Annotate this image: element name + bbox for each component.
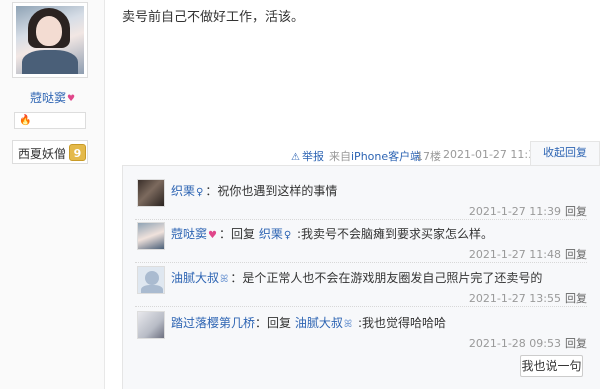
reply-time: 2021-1-27 11:48 [468,248,561,261]
divider [135,219,587,220]
author-badge[interactable]: 🔥 [14,112,86,129]
reply-button[interactable]: 回复 [565,205,587,218]
author-sidebar: 蒄哒窦♥ 🔥 西夏妖僧 9 [0,0,105,389]
author-name-line[interactable]: 蒄哒窦♥ [0,89,105,106]
report-label: 举报 [301,150,324,163]
avatar-image [16,6,84,74]
add-reply-button[interactable]: 我也说一句 [520,355,583,377]
reply-button[interactable]: 回复 [565,292,587,305]
warning-icon: ⚠ [291,152,300,163]
list-item: 蒄哒窦♥ ：回复 织栗♀ :我卖号不会脑瘫到要求买家怎么样。 2021-1-27 … [135,222,591,266]
reply-time: 2021-1-27 11:39 [468,205,561,218]
female-icon: ♀ [283,230,292,241]
source-client-link[interactable]: iPhone客户端 [351,150,421,163]
reply-text: :我卖号不会脑瘫到要求买家怎么样。 [293,227,494,241]
divider [135,306,587,307]
reply-target-user[interactable]: 油腻大叔 [295,316,343,330]
female-icon: ♀ [196,187,204,198]
reply-target-user[interactable]: 织栗 [259,227,283,241]
reply-time: 2021-1-28 09:53 [468,337,561,350]
reply-time-line: 2021-1-27 11:39 回复 [469,203,587,219]
heart-icon: ♥ [208,230,217,241]
reply-text: ：是个正常人也不会在游戏朋友圈发自己照片完了还卖号的 [230,271,543,285]
vip-icon: ꕤ [220,274,229,285]
list-item: 踏过落樱第几桥：回复 油腻大叔ꕤ :我也觉得哈哈哈 2021-1-28 09:5… [135,311,591,355]
reply-time-line: 2021-1-27 11:48 回复 [469,246,587,262]
reply-line: 织栗♀ ：祝你也遇到这样的事情 [171,182,337,199]
divider [135,262,587,263]
reply-word: ：回复 [218,227,259,241]
post-source: 来自iPhone客户端 [329,148,421,164]
reply-line: 踏过落樱第几桥：回复 油腻大叔ꕤ :我也觉得哈哈哈 [171,314,446,331]
reply-avatar[interactable] [137,222,165,250]
reply-button[interactable]: 回复 [565,337,587,350]
list-item: 油腻大叔ꕤ ：是个正常人也不会在游戏朋友圈发自己照片完了还卖号的 2021-1-2… [135,266,591,310]
vip-icon: ꕤ [343,319,353,330]
reply-avatar[interactable] [137,266,165,294]
post-content: 卖号前自己不做好工作，活该。 [122,10,305,25]
reply-avatar[interactable] [137,311,165,339]
source-prefix: 来自 [329,150,351,163]
reply-line: 蒄哒窦♥ ：回复 织栗♀ :我卖号不会脑瘫到要求买家怎么样。 [171,225,493,242]
post-meta-bar: ⚠ 举报 来自iPhone客户端 17楼 2021-01-27 11:37 收起回… [0,141,600,165]
post-time: 2021-01-27 11:37 [443,148,543,161]
author-avatar[interactable] [12,2,88,78]
reply-text: :我也觉得哈哈哈 [354,316,447,330]
heart-icon: ♥ [67,94,76,104]
reply-user[interactable]: 蒄哒窦 [171,227,207,241]
list-item: 织栗♀ ：祝你也遇到这样的事情 2021-1-27 11:39 回复 [135,179,591,223]
reply-user[interactable]: 踏过落樱第几桥 [171,316,255,330]
reply-user[interactable]: 织栗 [171,184,195,198]
reply-word: ：回复 [255,316,295,330]
reply-time: 2021-1-27 13:55 [468,292,561,305]
author-name[interactable]: 蒄哒窦 [30,91,66,105]
reply-text: ：祝你也遇到这样的事情 [205,184,338,198]
reply-time-line: 2021-1-27 13:55 回复 [469,290,587,306]
flame-badge-icon: 🔥 [19,115,32,126]
reply-avatar[interactable] [137,179,165,207]
reply-line: 油腻大叔ꕤ ：是个正常人也不会在游戏朋友圈发自己照片完了还卖号的 [171,269,542,286]
reply-panel: 织栗♀ ：祝你也遇到这样的事情 2021-1-27 11:39 回复 蒄哒窦♥ ：回复… [122,165,600,389]
reply-time-line: 2021-1-28 09:53 回复 [469,335,587,351]
reply-user[interactable]: 油腻大叔 [171,271,219,285]
report-link[interactable]: ⚠ 举报 [291,148,324,164]
collapse-replies-button[interactable]: 收起回复 [530,141,600,165]
floor-number: 17楼 [416,150,441,163]
reply-button[interactable]: 回复 [565,248,587,261]
